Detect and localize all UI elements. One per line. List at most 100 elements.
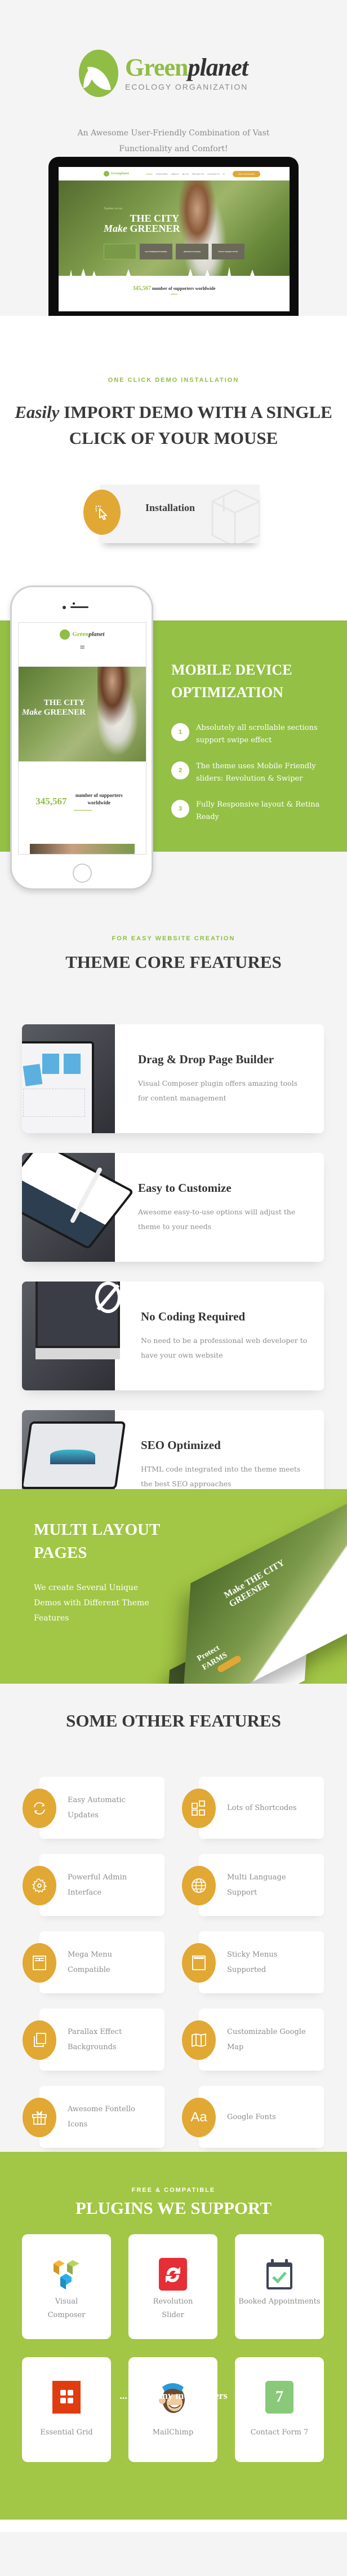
hero-section: Greenplanet ECOLOGY ORGANIZATION An Awes… xyxy=(0,0,347,327)
preview-logo-text: Greenplanet xyxy=(111,172,129,175)
feature-tile-label: Parallax Effect Backgrounds xyxy=(68,2028,122,2051)
plugin-card: Essential Grid xyxy=(22,2357,111,2462)
preview-nav-about[interactable]: ABOUT xyxy=(171,173,179,175)
feature-title: No Coding Required xyxy=(141,1310,246,1323)
phone-counter-value: 345,567 xyxy=(35,796,67,807)
revolution-slider-icon xyxy=(159,2258,187,2291)
feature-card: No Coding Required No need to be a profe… xyxy=(22,1282,324,1390)
multi-description: We create Several Unique Demos with Diff… xyxy=(34,1583,149,1623)
phone-counter: 345,567 number of supporters worldwide xyxy=(19,792,146,811)
preview-nav-features[interactable]: FEATURES xyxy=(156,173,168,175)
core-heading: THEME CORE FEATURES xyxy=(65,952,282,972)
phone-screen: Greenplanet ≡ Make THE CITY GREENER 345,… xyxy=(18,622,146,855)
brand-logo[interactable]: Greenplanet ECOLOGY ORGANIZATION xyxy=(79,50,248,97)
preview-search-icon[interactable]: ⚲ xyxy=(223,173,225,175)
mobile-feature-list: 1 Absolutely all scrollable sections supp… xyxy=(171,722,340,837)
phone-logo-dark: planet xyxy=(88,631,105,638)
mobile-feature-item: 3 Fully Responsive layout & Retina Ready xyxy=(171,799,340,824)
mobile-feature-text: Absolutely all scrollable sections suppo… xyxy=(196,724,318,745)
visual-composer-icon xyxy=(52,2258,81,2291)
footer-strip xyxy=(0,2520,347,2532)
preview-counter: 345,567 number of supporters worldwide xyxy=(59,285,290,294)
mobile-feature-text: The theme uses Mobile Friendly sliders: … xyxy=(196,762,316,783)
number-badge: 3 xyxy=(171,800,189,818)
font-icon: Aa xyxy=(182,2098,216,2137)
feature-tile-label: Awesome Fontello Icons xyxy=(68,2105,135,2129)
laptop-mockup: Greenplanet HOME FEATURES ABOUT BLOG PRO… xyxy=(48,157,299,316)
leaf-logo-icon xyxy=(60,629,70,640)
plugin-label: Essential Grid xyxy=(40,2428,93,2437)
phone-logo-green: Green xyxy=(72,631,89,638)
install-heading: Easily IMPORT DEMO WITH A SINGLE CLICK O… xyxy=(0,399,347,451)
phone-hero-title: Make THE CITY GREENER xyxy=(22,698,117,717)
gear-icon xyxy=(23,1866,56,1905)
phone-home-button xyxy=(73,864,92,883)
preview-nav-contacts[interactable]: CONTACTS xyxy=(207,173,220,175)
preview-hero-title-rest: THE CITY GREENER xyxy=(130,213,180,234)
preview-get-involved-button[interactable]: GET INVOLVED xyxy=(232,170,261,177)
core-features-section: FOR EASY WEBSITE CREATION THEME CORE FEA… xyxy=(0,902,347,1519)
feature-tile-label: Mega Menu Compatible xyxy=(68,1950,112,1974)
feature-card: Easy to Customize Awesome easy-to-use op… xyxy=(22,1153,324,1262)
preview-nav-projects[interactable]: PROJECTS xyxy=(192,173,204,175)
preview-thumbnails: Save Endangered Animals Alternative Ener… xyxy=(104,244,244,259)
sticky-menu-icon xyxy=(182,1943,216,1983)
feature-tile-label: Powerful Admin Interface xyxy=(68,1873,127,1897)
phone-camera xyxy=(73,602,75,605)
install-kicker: ONE CLICK DEMO INSTALLATION xyxy=(108,377,239,384)
installation-label[interactable]: Installation xyxy=(145,502,195,514)
preview-nav-home[interactable]: HOME xyxy=(146,173,153,175)
feature-tile-label: Customizable Google Map xyxy=(227,2028,306,2051)
tagline: An Awesome User-Friendly Combination of … xyxy=(77,129,270,153)
preview-thumb[interactable] xyxy=(104,244,136,259)
plugin-label: MailChimp xyxy=(152,2428,194,2437)
plugins-section: FREE & COMPATIBLE PLUGINS WE SUPPORT Vis… xyxy=(0,2152,347,2520)
preview-navbar: Greenplanet HOME FEATURES ABOUT BLOG PRO… xyxy=(59,167,290,180)
preview-hero-title-italic: Make xyxy=(104,223,127,234)
feature-title: Easy to Customize xyxy=(138,1181,232,1195)
map-icon xyxy=(182,2020,216,2060)
click-cursor-icon xyxy=(83,490,121,535)
layers-icon xyxy=(23,2020,56,2060)
brand-name-green: Green xyxy=(125,54,188,81)
calendar-check-icon xyxy=(265,2258,293,2291)
plugin-label: Booked Appointments xyxy=(238,2297,321,2306)
box-icon xyxy=(211,489,260,543)
phone-hero-banner: Make THE CITY GREENER xyxy=(19,667,146,761)
laptop-builder-image xyxy=(22,1024,115,1133)
other-features-section: SOME OTHER FEATURES Easy Automatic Updat… xyxy=(0,1684,347,2152)
preview-thumb[interactable]: Alternative Energies xyxy=(176,244,208,259)
shortcodes-icon xyxy=(182,1789,216,1828)
multi-layout-section: MULTI LAYOUT PAGES We create Several Uni… xyxy=(0,1489,347,1684)
preview-logo-icon xyxy=(104,171,109,177)
preview-hero-kicker: Together we can xyxy=(104,208,122,210)
preview-nav-blog[interactable]: BLOG xyxy=(183,173,189,175)
number-badge: 2 xyxy=(171,761,189,780)
plugin-label: Visual Composer xyxy=(47,2297,86,2319)
phone-hero-title-rest: THE CITY GREENER xyxy=(43,698,86,717)
hamburger-icon[interactable]: ≡ xyxy=(19,643,146,651)
refresh-icon xyxy=(23,1789,56,1828)
plugins-kicker: FREE & COMPATIBLE xyxy=(131,2187,216,2194)
preview-counter-value: 345,567 xyxy=(132,285,151,292)
phone-photo xyxy=(30,844,135,854)
brand-name-dark: planet xyxy=(188,54,248,81)
globe-icon xyxy=(182,1866,216,1905)
install-section: ONE CLICK DEMO INSTALLATION Easily IMPOR… xyxy=(0,316,347,564)
feature-description: HTML code integrated into the theme meet… xyxy=(141,1465,301,1488)
preview-hero-banner: Together we can Make THE CITY GREENER Sa… xyxy=(59,180,290,278)
multi-heading: MULTI LAYOUT PAGES xyxy=(34,1521,160,1562)
mobile-feature-item: 2 The theme uses Mobile Friendly sliders:… xyxy=(171,760,340,785)
feature-title: Drag & Drop Page Builder xyxy=(138,1053,274,1066)
core-kicker: FOR EASY WEBSITE CREATION xyxy=(112,935,235,942)
phone-mockup: Greenplanet ≡ Make THE CITY GREENER 345,… xyxy=(10,585,153,890)
divider xyxy=(74,810,92,811)
feature-tile-label: Lots of Shortcodes xyxy=(227,1804,297,1812)
feature-tile-label: Sticky Menus Supported xyxy=(227,1950,278,1974)
plugin-card: Visual Composer xyxy=(22,2234,111,2339)
feature-description: Awesome easy-to-use options will adjust … xyxy=(138,1208,296,1231)
preview-thumb[interactable]: Protect Organic Farms xyxy=(212,244,244,259)
preview-thumb[interactable]: Save Endangered Animals xyxy=(140,244,172,259)
mobile-feature-item: 1 Absolutely all scrollable sections supp… xyxy=(171,722,340,747)
feature-title: SEO Optimized xyxy=(141,1438,221,1452)
